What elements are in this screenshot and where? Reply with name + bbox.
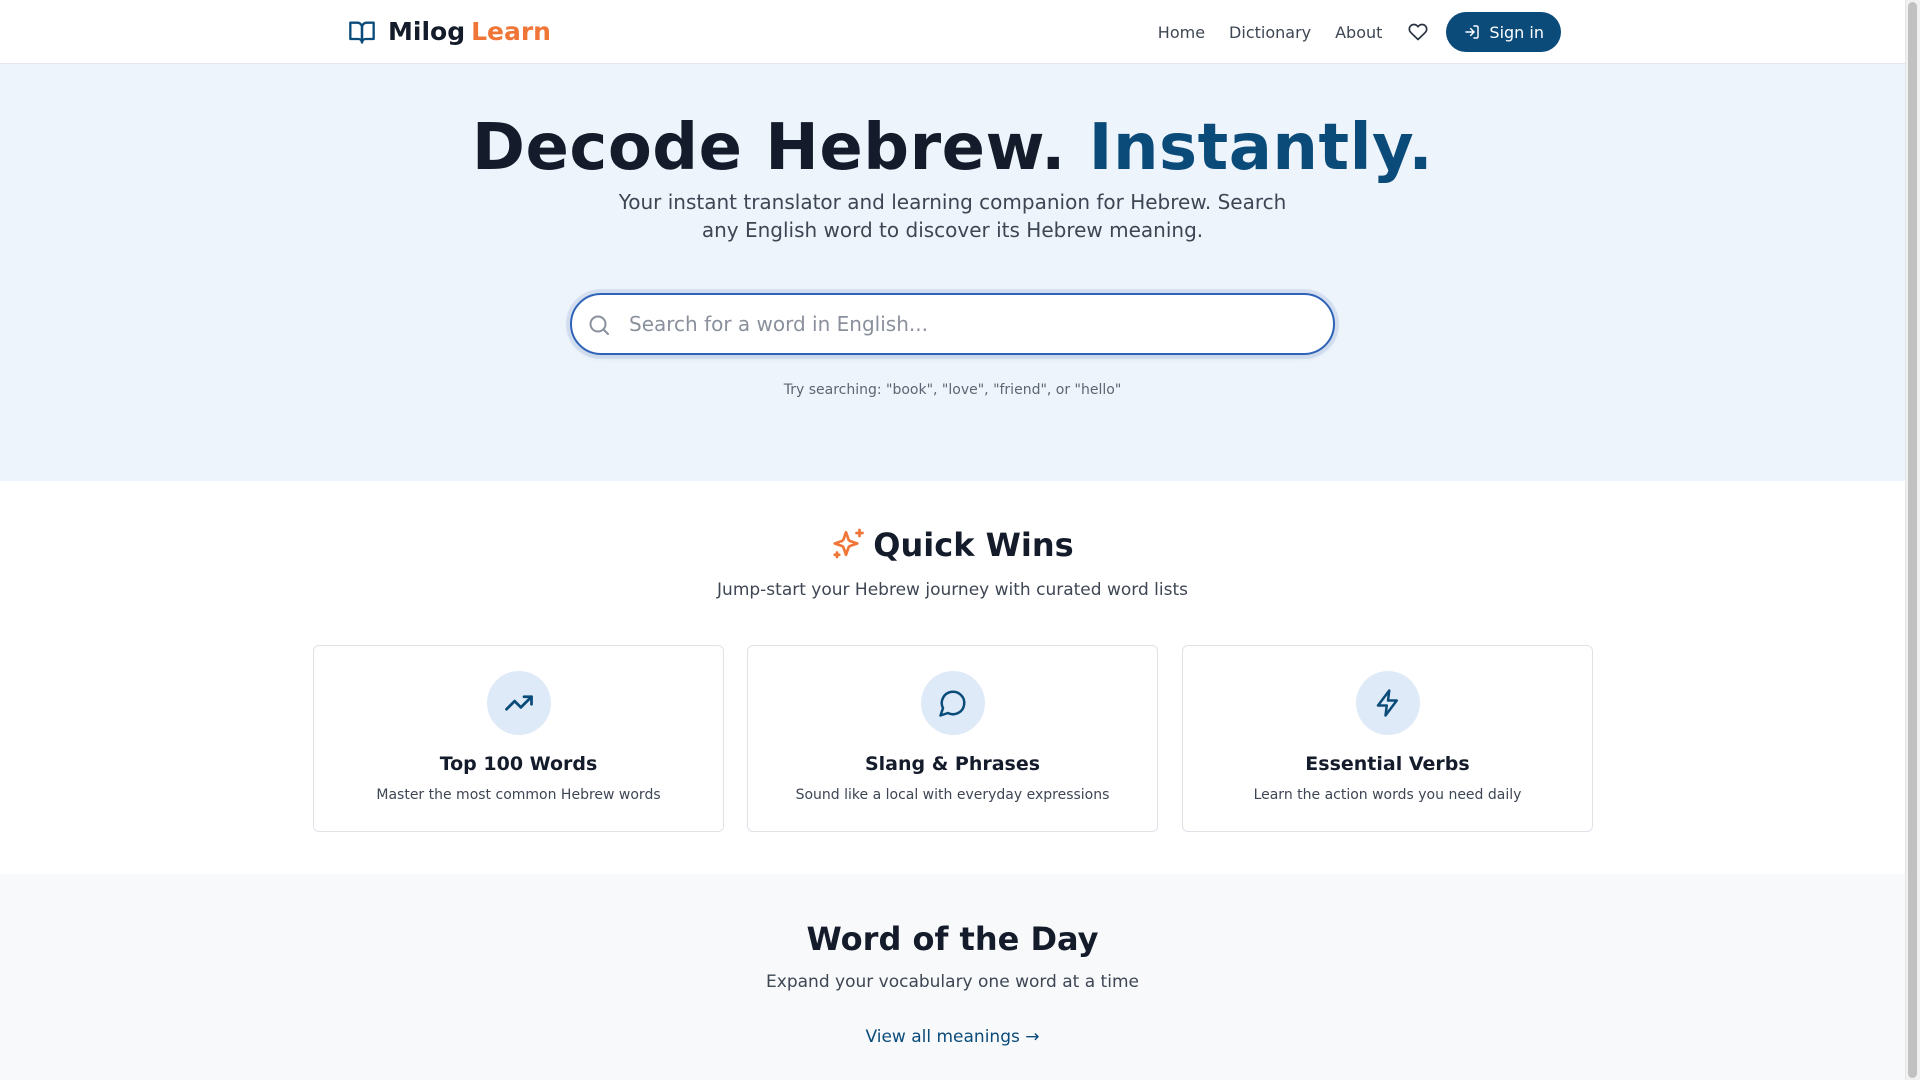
- logo-brand-accent: Learn: [471, 17, 551, 46]
- hero-subtitle: Your instant translator and learning com…: [618, 190, 1287, 242]
- word-of-the-day-title: Word of the Day: [806, 920, 1099, 958]
- zap-icon: [1376, 689, 1398, 717]
- hero-title-main: Decode Hebrew.: [471, 111, 1066, 185]
- logo-text: Milog Learn: [388, 14, 551, 50]
- favorites-button[interactable]: [1406, 20, 1430, 44]
- hero-title: Decode Hebrew. Instantly.: [0, 108, 1905, 188]
- card-description: Master the most common Hebrew words: [376, 787, 661, 803]
- hero-title-accent: Instantly.: [1088, 111, 1434, 185]
- nav-link-dictionary[interactable]: Dictionary: [1229, 23, 1311, 42]
- card-icon-circle: [486, 671, 551, 735]
- site-header: Milog Learn Home Dictionary About Sign i…: [0, 0, 1905, 64]
- view-all-meanings-link[interactable]: View all meanings →: [0, 1027, 1905, 1047]
- quick-wins-heading: Quick Wins: [0, 525, 1905, 565]
- logo-link[interactable]: Milog Learn: [346, 14, 551, 50]
- card-essential-verbs[interactable]: Essential Verbs Learn the action words y…: [1182, 645, 1593, 832]
- nav-link-home[interactable]: Home: [1158, 23, 1205, 42]
- scrollbar-thumb[interactable]: [1908, 2, 1917, 1078]
- sign-in-label: Sign in: [1489, 22, 1544, 42]
- trending-up-icon: [504, 695, 533, 711]
- search-box[interactable]: [570, 293, 1335, 355]
- card-slang-phrases[interactable]: Slang & Phrases Sound like a local with …: [747, 645, 1158, 832]
- card-description: Learn the action words you need daily: [1253, 787, 1522, 803]
- sign-in-icon: [1465, 25, 1480, 39]
- search-hint: Try searching: "book", "love", "friend",…: [783, 382, 1122, 398]
- card-title: Essential Verbs: [1305, 753, 1470, 775]
- hero-section: Decode Hebrew. Instantly. Your instant t…: [0, 64, 1905, 481]
- message-circle-icon: [938, 690, 965, 717]
- book-open-icon: [346, 18, 378, 46]
- search-input[interactable]: [627, 295, 1307, 353]
- card-description: Sound like a local with everyday express…: [795, 787, 1110, 803]
- card-top-100-words[interactable]: Top 100 Words Master the most common Heb…: [313, 645, 724, 832]
- card-icon-circle: [920, 671, 985, 735]
- nav-link-about[interactable]: About: [1335, 23, 1382, 42]
- main-nav: Home Dictionary About Sign in: [1158, 12, 1561, 52]
- search-icon: [589, 315, 609, 335]
- quick-wins-subtitle: Jump-start your Hebrew journey with cura…: [717, 580, 1188, 600]
- page: Milog Learn Home Dictionary About Sign i…: [0, 0, 1920, 1080]
- view-all-meanings-label: View all meanings →: [865, 1027, 1040, 1047]
- logo-brand-name: Milog: [388, 17, 466, 46]
- card-title: Slang & Phrases: [864, 753, 1041, 775]
- quick-wins-title: Quick Wins: [873, 526, 1074, 564]
- word-of-the-day-section: Word of the Day Expand your vocabulary o…: [0, 874, 1905, 1080]
- sparkles-icon: [833, 528, 865, 559]
- card-icon-circle: [1355, 671, 1420, 735]
- page-content: Milog Learn Home Dictionary About Sign i…: [0, 0, 1905, 1080]
- card-title: Top 100 Words: [439, 753, 598, 775]
- quick-wins-section: Quick Wins Jump-start your Hebrew journe…: [0, 481, 1905, 874]
- scrollbar[interactable]: [1905, 0, 1920, 1080]
- heart-icon: [1408, 23, 1428, 41]
- sign-in-button[interactable]: Sign in: [1446, 12, 1561, 52]
- word-of-the-day-subtitle: Expand your vocabulary one word at a tim…: [766, 972, 1139, 992]
